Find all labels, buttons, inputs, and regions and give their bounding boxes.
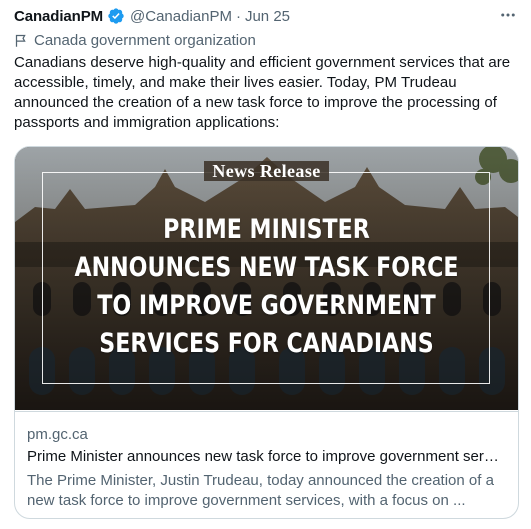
headline-line-1: PRIME MINISTER bbox=[163, 214, 370, 245]
tweet-text: Canadians deserve high-quality and effic… bbox=[14, 54, 511, 131]
flag-icon bbox=[15, 34, 26, 47]
card-domain: pm.gc.ca bbox=[27, 426, 88, 443]
more-options-icon[interactable] bbox=[497, 4, 519, 26]
headline-line-2: ANNOUNCES NEW TASK FORCE bbox=[74, 252, 459, 283]
image-headline: PRIME MINISTER ANNOUNCES NEW TASK FORCE … bbox=[60, 211, 472, 363]
tweet[interactable]: CanadianPM @CanadianPM · Jun 25 Canada g… bbox=[14, 0, 521, 529]
headline-line-4: SERVICES FOR CANADIANS bbox=[99, 328, 434, 359]
verified-badge-icon[interactable] bbox=[107, 7, 125, 25]
tweet-date[interactable]: Jun 25 bbox=[245, 8, 290, 25]
card-description: The Prime Minister, Justin Trudeau, toda… bbox=[27, 472, 494, 509]
link-card[interactable]: News Release PRIME MINISTER ANNOUNCES NE… bbox=[14, 146, 519, 519]
affiliation-text: Canada government organization bbox=[34, 31, 256, 49]
news-release-text: News Release bbox=[204, 161, 329, 181]
headline-line-3: TO IMPROVE GOVERNMENT bbox=[97, 290, 436, 321]
author-name[interactable]: CanadianPM bbox=[14, 8, 103, 25]
separator-dot: · bbox=[235, 7, 241, 25]
tweet-header: CanadianPM @CanadianPM · Jun 25 bbox=[14, 5, 290, 27]
author-handle[interactable]: @CanadianPM bbox=[130, 8, 232, 25]
news-release-label: News Release bbox=[15, 161, 518, 182]
card-image[interactable]: News Release PRIME MINISTER ANNOUNCES NE… bbox=[15, 147, 518, 410]
card-title[interactable]: Prime Minister announces new task force … bbox=[27, 448, 505, 465]
card-info[interactable]: pm.gc.ca Prime Minister announces new ta… bbox=[15, 411, 518, 518]
affiliation-label: Canada government organization bbox=[14, 30, 256, 50]
